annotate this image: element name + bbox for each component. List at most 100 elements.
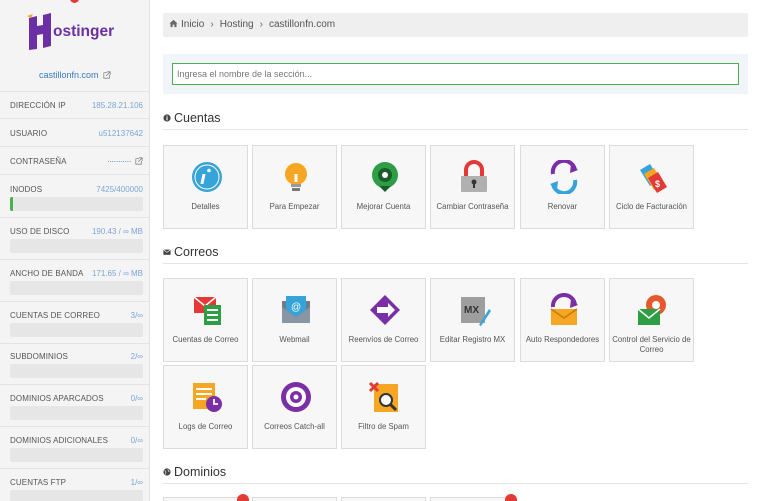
domain-link[interactable]: castillonfn.com [39, 70, 99, 80]
tile-control-servicio-correo[interactable]: Control del Servicio de Correo [609, 278, 694, 362]
info-value: 190.43 / ∞ MB [91, 227, 143, 236]
inodes-bar-fill [10, 197, 13, 211]
info-value: 2/∞ [130, 352, 143, 361]
section-title: Dominios [174, 465, 227, 479]
tile-detalles[interactable]: Detalles [163, 145, 248, 229]
parked-domains-bar [10, 406, 143, 420]
catch-all-icon [281, 382, 311, 412]
info-label: SUBDOMINIOS [10, 352, 68, 361]
globe-icon [163, 468, 171, 476]
main-content: Inicio › Hosting › castillonfn.com Cuentas D… [151, 0, 766, 501]
divider [0, 343, 149, 344]
inodes-bar [10, 197, 143, 211]
external-link-icon[interactable] [103, 71, 111, 79]
tile-icon-partial [237, 494, 249, 501]
billing-tags-icon: $ [640, 164, 667, 193]
tile-correos-catch-all[interactable]: Correos Catch-all [252, 365, 337, 449]
tile-reenvios-de-correo[interactable]: Reenvíos de Correo [341, 278, 426, 362]
tile-cambiar-contrasena[interactable]: Cambiar Contraseña [430, 145, 515, 229]
tile-auto-respondedores[interactable]: Auto Respondedores [520, 278, 605, 362]
tile-label: Renovar [547, 202, 578, 211]
tile-partial[interactable] [252, 497, 337, 501]
forwarders-icon [370, 295, 400, 325]
divider [0, 118, 149, 119]
home-icon [169, 19, 178, 28]
breadcrumb-hosting[interactable]: Hosting [220, 13, 254, 37]
tile-label: Reenvíos de Correo [348, 335, 419, 344]
mx-record-icon: MX [461, 297, 491, 326]
mail-logs-icon [193, 383, 222, 412]
info-value: 185.28.21.106 [91, 101, 143, 110]
tile-mejorar-cuenta[interactable]: Mejorar Cuenta [341, 145, 426, 229]
divider [0, 384, 149, 385]
section-divider [163, 483, 748, 484]
svg-text:$: $ [655, 179, 660, 189]
breadcrumb-current: castillonfn.com [268, 19, 336, 30]
info-label: USUARIO [10, 129, 48, 138]
tile-partial[interactable] [163, 497, 248, 501]
breadcrumb-separator: › [210, 19, 214, 30]
tile-cuentas-de-correo[interactable]: Cuentas de Correo [163, 278, 248, 362]
info-value: 0/∞ [130, 394, 143, 403]
section-title: Correos [174, 245, 219, 259]
domain-row: castillonfn.com [0, 70, 149, 80]
logo-text: ostinger [53, 23, 114, 40]
info-label: DOMINIOS APARCADOS [10, 394, 104, 403]
password-mask[interactable]: ··········· [107, 157, 131, 166]
addon-domains-bar [10, 448, 143, 462]
tile-para-empezar[interactable]: Para Empezar [252, 145, 337, 229]
tile-partial[interactable] [430, 497, 515, 501]
tile-label: Correos Catch-all [264, 422, 325, 431]
section-divider [163, 263, 748, 264]
hpanel-window: ostinger castillonfn.com DIRECCIÓN IP 18… [0, 0, 766, 501]
section-search-input[interactable] [172, 63, 739, 85]
divider [0, 301, 149, 302]
mail-service-icon [637, 295, 666, 325]
info-value: 0/∞ [130, 436, 143, 445]
hostinger-logo[interactable]: ostinger [25, 12, 135, 52]
tile-label: Filtro de Spam [358, 422, 409, 431]
tile-label: Cuentas de Correo [172, 335, 239, 344]
divider [0, 174, 149, 175]
section-divider [163, 129, 748, 130]
tile-label: Cambiar Contraseña [436, 202, 509, 211]
section-search-panel [163, 54, 748, 94]
top-indicator [70, 0, 79, 3]
tile-logs-de-correo[interactable]: Logs de Correo [163, 365, 248, 449]
svg-text:@: @ [291, 302, 301, 313]
subdomains-bar [10, 364, 143, 378]
divider [0, 426, 149, 427]
info-label: DOMINIOS ADICIONALES [10, 436, 109, 445]
tile-label: Logs de Correo [178, 422, 233, 431]
webmail-icon: @ [282, 296, 310, 323]
spam-filter-icon [368, 381, 398, 412]
hostinger-logo-mark: ostinger [27, 13, 114, 50]
tile-label: Para Empezar [269, 202, 320, 211]
tile-webmail[interactable]: @ Webmail [252, 278, 337, 362]
email-accounts-bar [10, 323, 143, 337]
bandwidth-bar [10, 281, 143, 295]
tile-filtro-de-spam[interactable]: Filtro de Spam [341, 365, 426, 449]
breadcrumb-home[interactable]: Inicio [181, 13, 204, 37]
breadcrumb: Inicio › Hosting › castillonfn.com [163, 13, 748, 37]
ftp-accounts-bar [10, 490, 143, 501]
tile-partial[interactable] [341, 497, 426, 501]
tile-label: Mejorar Cuenta [356, 202, 411, 211]
info-label: CONTRASEÑA [10, 157, 67, 166]
divider [0, 146, 149, 147]
email-accounts-icon [193, 296, 221, 325]
renew-icon [550, 160, 578, 194]
divider [0, 91, 149, 92]
lightbulb-icon [285, 163, 307, 191]
tile-editar-registro-mx[interactable]: MX Editar Registro MX [430, 278, 515, 362]
tile-ciclo-facturacion[interactable]: $ Ciclo de Facturación [609, 145, 694, 229]
tile-renovar[interactable]: Renovar [520, 145, 605, 229]
info-label: CUENTAS FTP [10, 478, 67, 487]
external-link-icon[interactable] [135, 157, 143, 165]
info-value: 3/∞ [130, 311, 143, 320]
tile-icon-partial [505, 494, 517, 501]
autoresponder-icon [550, 293, 578, 325]
info-label: DIRECCIÓN IP [10, 101, 66, 110]
info-label: INODOS [10, 185, 43, 194]
disk-bar [10, 239, 143, 253]
